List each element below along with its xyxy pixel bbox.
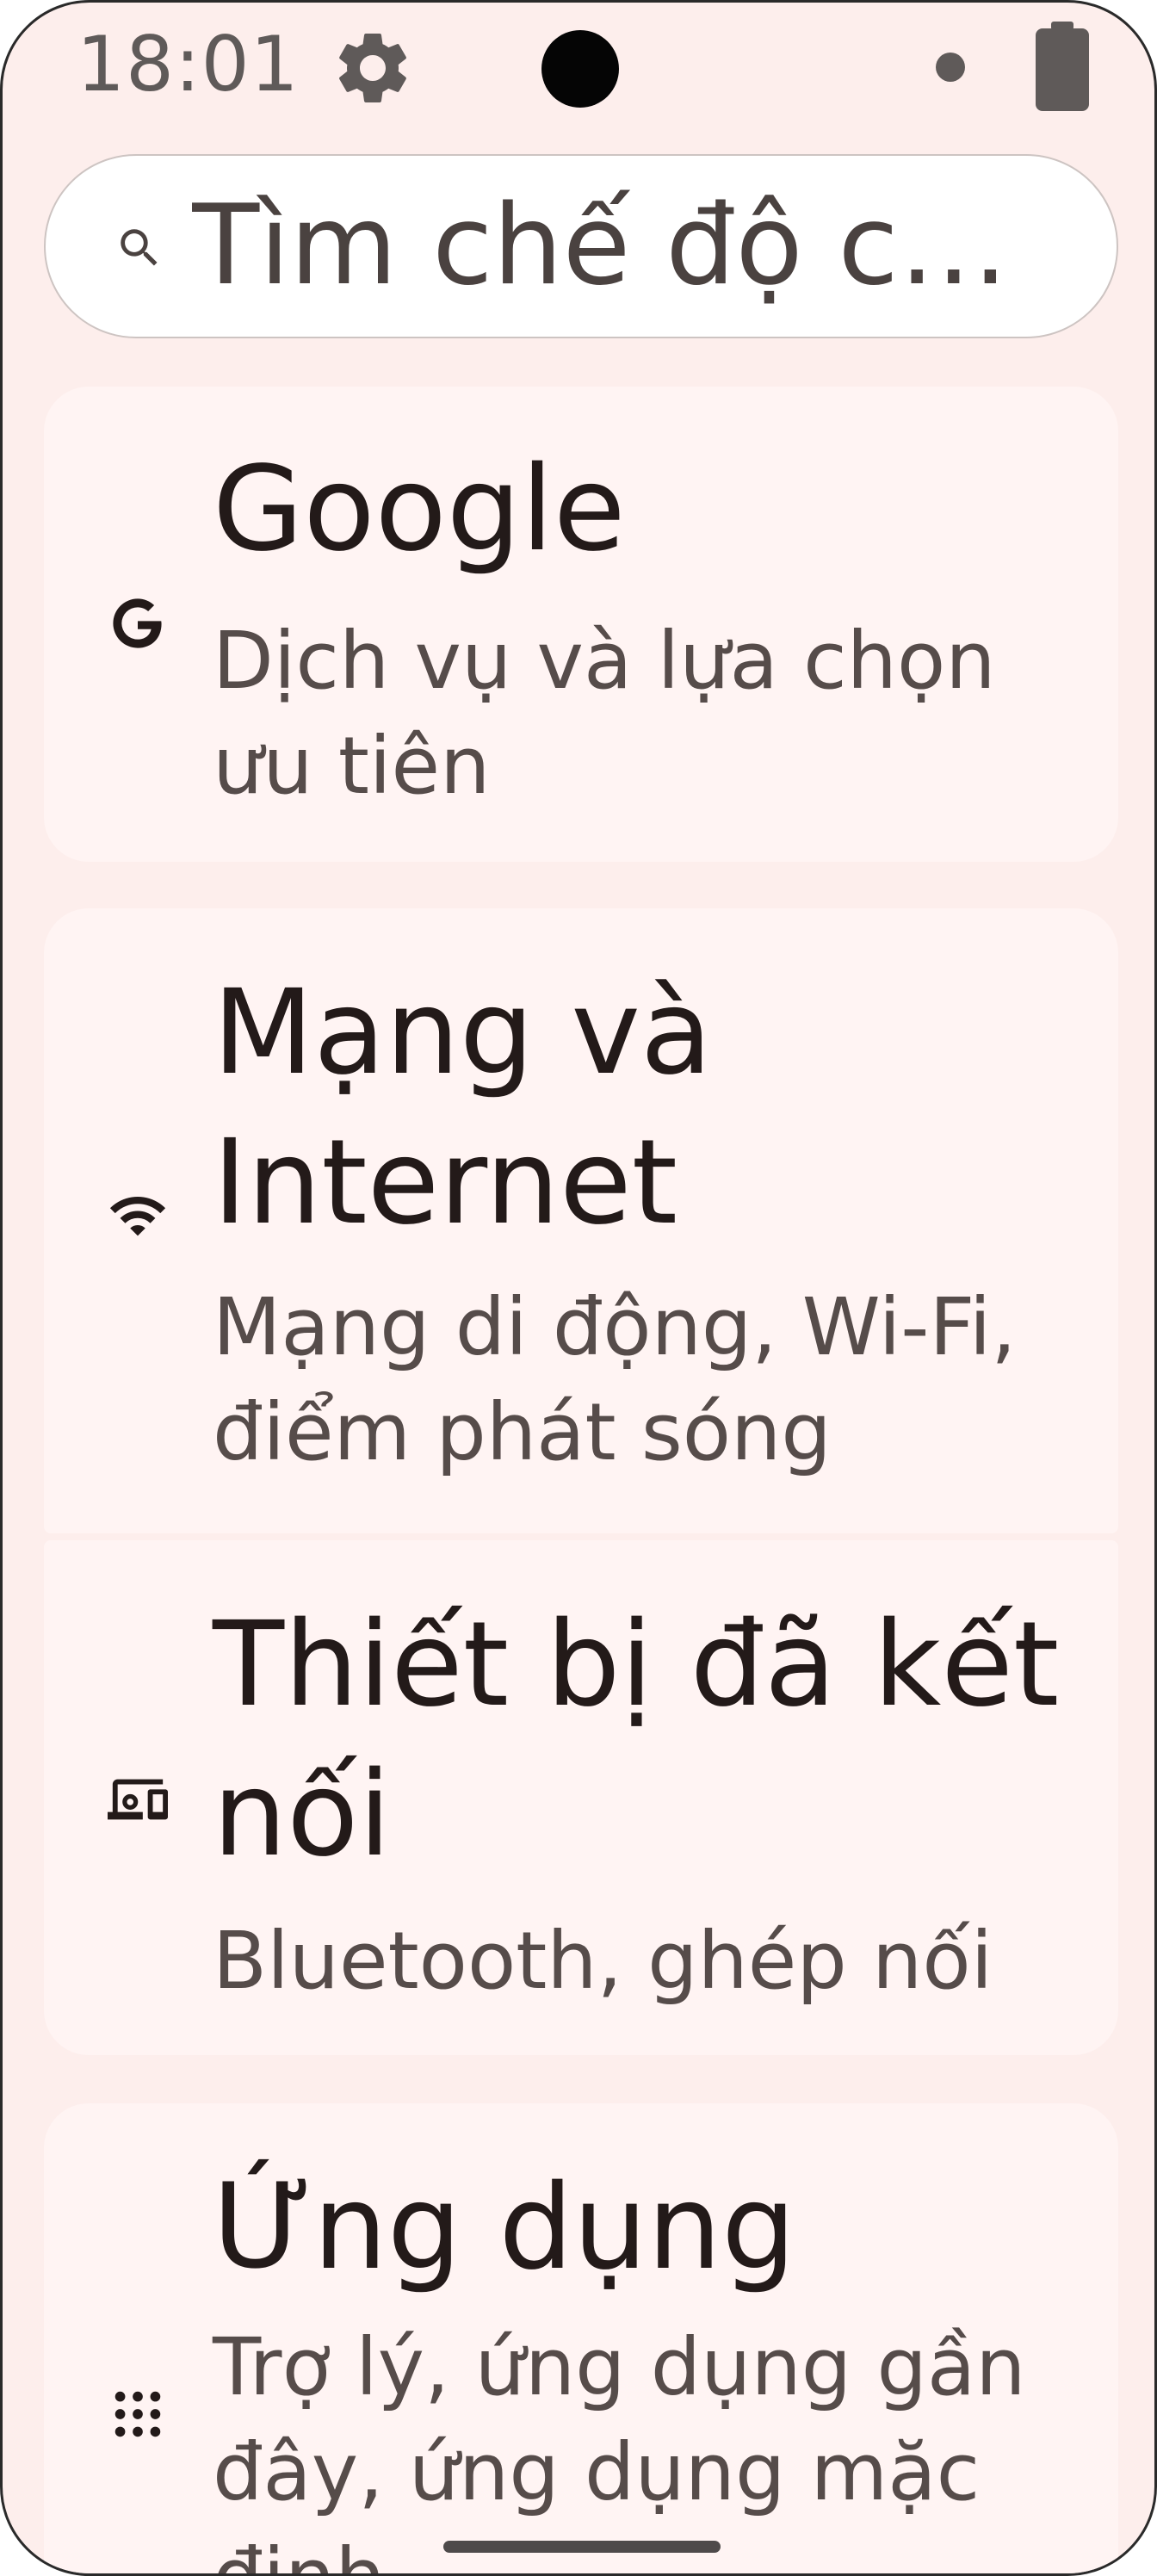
- settings-item-subtitle: Mạng di động, Wi‑Fi, điểm phát sóng: [213, 1281, 1017, 1478]
- wifi-icon: [109, 1196, 166, 1236]
- camera-cutout: [541, 30, 619, 108]
- settings-item-subtitle: Trợ lý, ứng dụng gần đây, ứng dụng mặc đ…: [213, 2321, 1026, 2573]
- home-indicator[interactable]: [443, 2541, 721, 2553]
- settings-item-google[interactable]: Google Dịch vụ và lựa chọn ưu tiên: [44, 387, 1118, 862]
- settings-item-subtitle: Dịch vụ và lựa chọn ưu tiên: [213, 615, 996, 812]
- settings-item-apps[interactable]: Ứng dụng Trợ lý, ứng dụng gần đây, ứng d…: [44, 2103, 1118, 2573]
- settings-item-title: Google: [213, 442, 626, 578]
- phone-screen: 18:01 Google Dịch vụ và lựa chọn ưu tiên…: [0, 0, 1157, 2576]
- search-icon: [121, 229, 158, 266]
- settings-item-subtitle: Bluetooth, ghép nối: [213, 1915, 993, 2007]
- battery-icon: [1036, 22, 1089, 111]
- search-bar[interactable]: [44, 154, 1118, 338]
- settings-item-title: Mạng và Internet: [213, 965, 713, 1251]
- settings-item-connected-devices[interactable]: Thiết bị đã kết nối Bluetooth, ghép nối: [44, 1540, 1118, 2055]
- apps-grid-icon: [114, 2391, 161, 2437]
- settings-item-network[interactable]: Mạng và Internet Mạng di động, Wi‑Fi, đi…: [44, 908, 1118, 1533]
- search-input[interactable]: [192, 182, 1087, 311]
- connected-devices-icon: [108, 1779, 168, 1820]
- notification-dot-icon: [936, 53, 965, 82]
- google-g-icon: [113, 598, 162, 648]
- status-bar: 18:01: [3, 3, 1154, 132]
- settings-item-title: Ứng dụng: [213, 2160, 796, 2296]
- settings-item-title: Thiết bị đã kết nối: [213, 1597, 1060, 1883]
- gear-icon: [339, 33, 406, 102]
- status-time: 18:01: [77, 20, 300, 108]
